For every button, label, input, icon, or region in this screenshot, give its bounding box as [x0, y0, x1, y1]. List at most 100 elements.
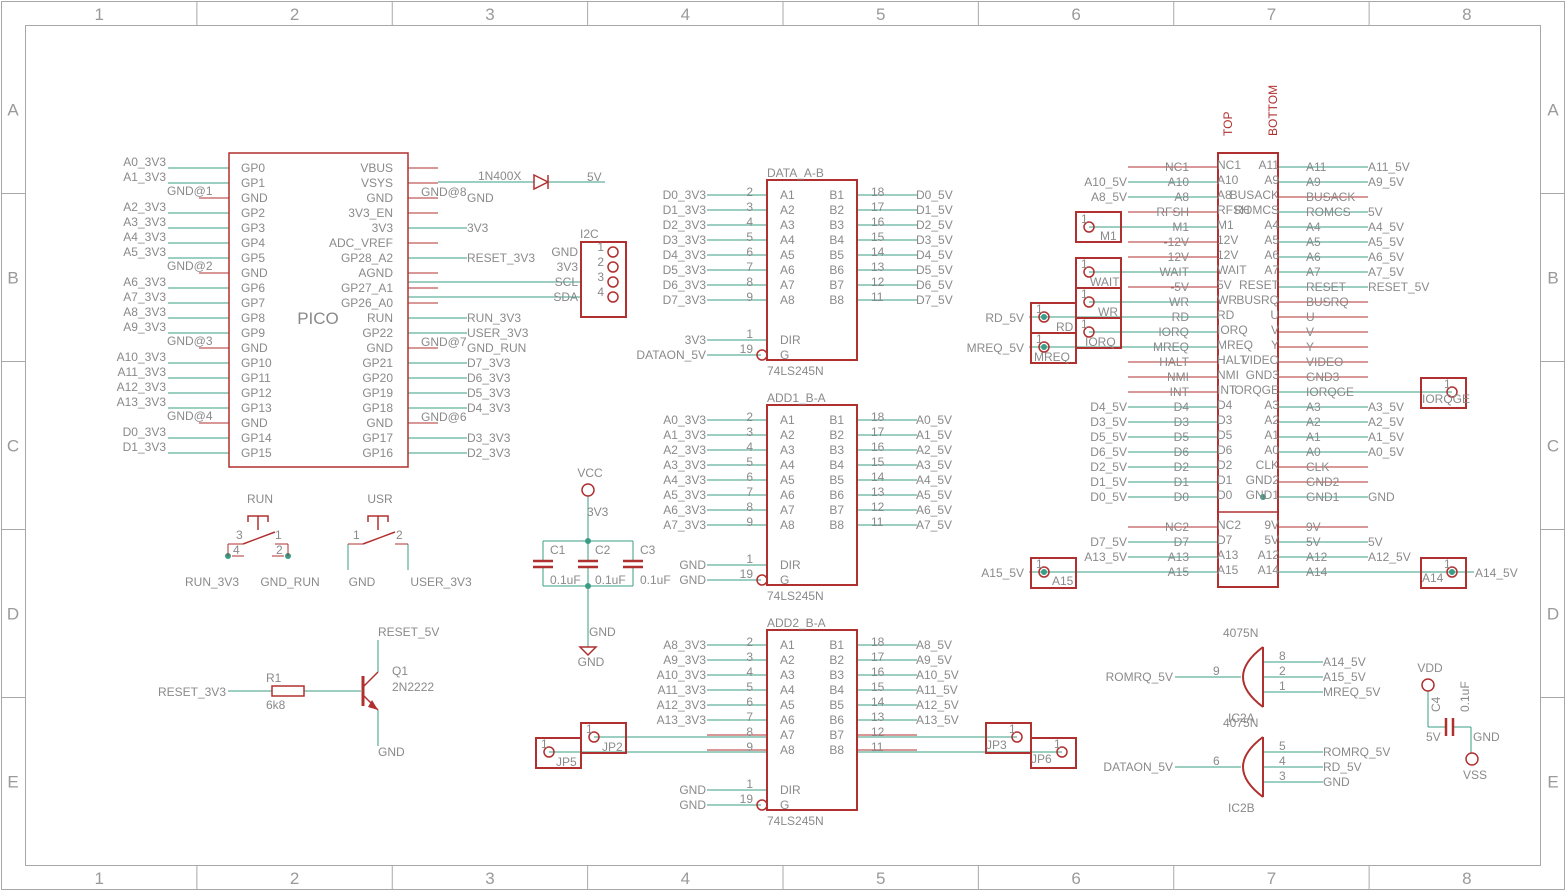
row-label: B	[7, 269, 18, 288]
net-label: A11_5V	[916, 683, 958, 697]
net-label: D1_3V3	[663, 203, 707, 217]
pico-pin-label: AGND	[358, 266, 393, 280]
net-label: D7_5V	[916, 293, 953, 307]
edge-signal: 9V	[1306, 520, 1321, 534]
net-label: GND	[1473, 730, 1500, 744]
transistor-part: 2N2222	[392, 680, 434, 694]
column-label: 6	[1071, 5, 1080, 24]
edge-pin-label: 5V	[1217, 278, 1232, 292]
gate-body	[1242, 646, 1264, 708]
net-label: A14_5V	[1323, 655, 1366, 669]
buffer-pin-label: G	[780, 348, 789, 362]
gnd-label: GND@8	[421, 185, 467, 199]
pico-pin-label: GP16	[362, 446, 393, 460]
pico-pin-label: GP18	[362, 401, 393, 415]
edge-signal: A0	[1306, 445, 1321, 459]
edge-signal: VIDEO	[1306, 355, 1343, 369]
pico-pin-label: GND	[241, 341, 268, 355]
row-label: D	[7, 605, 19, 624]
pin-number: 19	[740, 567, 754, 581]
net-label: A4_3V3	[123, 230, 166, 244]
net-label: 5V	[1426, 730, 1441, 744]
buffer-pin-label: DIR	[780, 558, 801, 572]
buffer-pin-label: B3	[829, 443, 844, 457]
edge-pin-label: Y	[1271, 338, 1279, 352]
net-label: A11_3V3	[658, 683, 707, 697]
net-label: A13_5V	[916, 713, 959, 727]
edge-signal: A15	[1168, 565, 1190, 579]
edge-pin-label: WAIT	[1217, 263, 1247, 277]
edge-pin-label: WR	[1217, 293, 1237, 307]
edge-signal: A4	[1306, 220, 1321, 234]
column-label: 4	[681, 5, 690, 24]
buffer-pin-label: B7	[829, 728, 844, 742]
net-label: A13_5V	[1084, 550, 1127, 564]
pin-number: 1	[746, 552, 753, 566]
net-label: A7_5V	[916, 518, 952, 532]
ground-label: GND	[578, 655, 605, 669]
pin-number: 19	[740, 342, 754, 356]
net-label: GND_RUN	[260, 575, 319, 589]
net-label: 3V3	[685, 333, 707, 347]
edge-signal: NC1	[1165, 160, 1189, 174]
net-label: DATAON_5V	[636, 348, 706, 362]
pin-number: 1	[1054, 737, 1061, 751]
pico-pin-label: GP2	[241, 206, 265, 220]
vdd-label: VDD	[1417, 661, 1443, 675]
button-name: USR	[367, 492, 393, 506]
buffer-pin-label: A1	[780, 188, 795, 202]
buffer-pin-label: A6	[780, 488, 795, 502]
edge-signal: -12V	[1164, 235, 1189, 249]
edge-pin-label: A13	[1217, 548, 1239, 562]
net-label: A14_5V	[1475, 566, 1518, 580]
net-label: RD_5V	[985, 311, 1024, 325]
net-label: A9_5V	[1368, 175, 1404, 189]
pin-number: 5	[746, 680, 753, 694]
jumper-name: WAIT	[1090, 275, 1120, 289]
buffer-pin-label: A1	[780, 413, 795, 427]
pin-number: 18	[871, 185, 885, 199]
pin-number: 16	[871, 665, 885, 679]
pico-pin-label: GP6	[241, 281, 265, 295]
capacitor-value: 0.1uF	[1458, 681, 1472, 712]
schematic-sheet: 1122334455667788A AB BC CD DE E PICOGP0A0_3V3…	[1, 1, 1565, 890]
net-label: D4_5V	[1090, 400, 1127, 414]
buffer-pin-label: DIR	[780, 333, 801, 347]
row-label: E	[1547, 773, 1558, 792]
vss-label: VSS	[1463, 768, 1487, 782]
pin-number: 9	[746, 740, 753, 754]
net-label: D4_5V	[916, 248, 953, 262]
pico-pin-label: GND	[366, 341, 393, 355]
i2c-pin-label: 3V3	[557, 260, 579, 274]
pico-pin-label: ADC_VREF	[329, 236, 393, 250]
buffer-pin-label: B4	[829, 233, 844, 247]
pin-number: 6	[746, 470, 753, 484]
buffer-pin-label: A7	[780, 278, 795, 292]
buffer-pin-label: A2	[780, 203, 795, 217]
buffer-pin-label: B4	[829, 458, 844, 472]
pin-number: 3	[746, 200, 753, 214]
buffer-pin-label: A7	[780, 728, 795, 742]
net-label: A5_3V3	[123, 245, 166, 259]
edge-pin-label: A11	[1259, 158, 1280, 172]
net-label: D1_5V	[916, 203, 953, 217]
net-label: A7_5V	[1368, 265, 1404, 279]
jumper-name: WR	[1098, 305, 1118, 319]
edge-pin-label: IORQGE	[1231, 383, 1279, 397]
column-label: 3	[485, 869, 494, 888]
diode-label: 1N400X	[478, 169, 521, 183]
edge-signal: WAIT	[1159, 265, 1189, 279]
pin-number: 1	[1009, 722, 1016, 736]
net-label: D3_5V	[916, 233, 953, 247]
net-label: A7_3V3	[123, 290, 166, 304]
edge-signal: V	[1306, 325, 1314, 339]
pin-number: 4	[597, 285, 604, 299]
pin-number: 2	[597, 255, 604, 269]
edge-signal: M1	[1172, 220, 1189, 234]
edge-pin-label: A10	[1217, 173, 1239, 187]
jumper-name: IORQGE	[1422, 392, 1470, 406]
net-label: A1_5V	[1368, 430, 1404, 444]
net-label: MREQ_5V	[1323, 685, 1380, 699]
edge-pin-label: D1	[1217, 473, 1233, 487]
pin-number: 11	[871, 290, 884, 304]
